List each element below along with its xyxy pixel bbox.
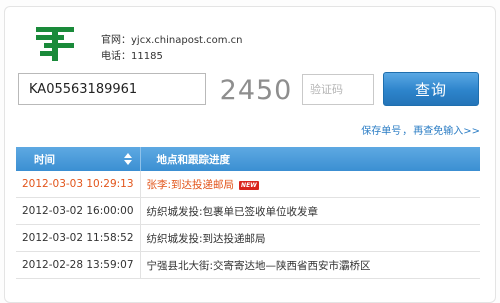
row-time: 2012-03-02 11:58:52: [16, 224, 141, 252]
time-header-label: 时间: [34, 153, 55, 166]
captcha-image[interactable]: 2450: [216, 72, 296, 106]
no-input-next-link[interactable]: 再查免输入>>: [413, 126, 480, 137]
row-event-text: 张李:到达投递邮局: [146, 178, 235, 191]
china-post-logo: [36, 27, 74, 61]
table-header-row: 时间 地点和跟踪进度: [16, 147, 480, 171]
row-event: 张李:到达投递邮局 NEW: [140, 171, 480, 198]
website-url: yjcx.chinapost.com.cn: [131, 35, 243, 46]
table-row: 2012-03-02 11:58:52 纺织城发投:到达投递邮局: [16, 224, 480, 252]
location-header-label: 地点和跟踪进度: [156, 153, 231, 166]
time-column-header[interactable]: 时间: [16, 147, 141, 171]
row-event: 宁强县北大街:交寄寄达地—陕西省西安市灞桥区: [140, 251, 480, 279]
phone-label: 电话：: [101, 51, 131, 62]
tracking-results-table: 时间 地点和跟踪进度 2012-03-03 10:29:13 张李:到达投递邮局…: [16, 147, 480, 279]
captcha-text: 2450: [220, 75, 293, 106]
sort-arrows-icon[interactable]: [123, 153, 132, 165]
table-row: 2012-03-02 16:00:00 纺织城发投:包裹单已签收单位收发章: [16, 197, 480, 225]
row-time: 2012-03-03 10:29:13: [16, 171, 141, 198]
website-label: 官网：: [101, 35, 131, 46]
action-links: 保存单号，再查免输入>>: [361, 122, 480, 137]
row-time: 2012-02-28 13:59:07: [16, 251, 141, 279]
website-line: 官网：yjcx.chinapost.com.cn: [101, 31, 243, 46]
tracking-number-input[interactable]: [18, 73, 206, 105]
location-column-header: 地点和跟踪进度: [140, 147, 480, 171]
captcha-input[interactable]: [302, 74, 374, 105]
row-event: 纺织城发投:包裹单已签收单位收发章: [140, 197, 480, 225]
save-number-link[interactable]: 保存单号: [361, 126, 401, 137]
query-button[interactable]: 查询: [383, 72, 479, 106]
new-badge: NEW: [239, 180, 259, 190]
row-time: 2012-03-02 16:00:00: [16, 197, 141, 225]
row-event: 纺织城发投:到达投递邮局: [140, 224, 480, 252]
phone-number: 11185: [131, 51, 163, 62]
link-separator: ，: [402, 126, 413, 137]
phone-line: 电话：11185: [101, 47, 163, 62]
table-row: 2012-03-03 10:29:13 张李:到达投递邮局 NEW: [16, 171, 480, 198]
table-row: 2012-02-28 13:59:07 宁强县北大街:交寄寄达地—陕西省西安市灞…: [16, 251, 480, 279]
